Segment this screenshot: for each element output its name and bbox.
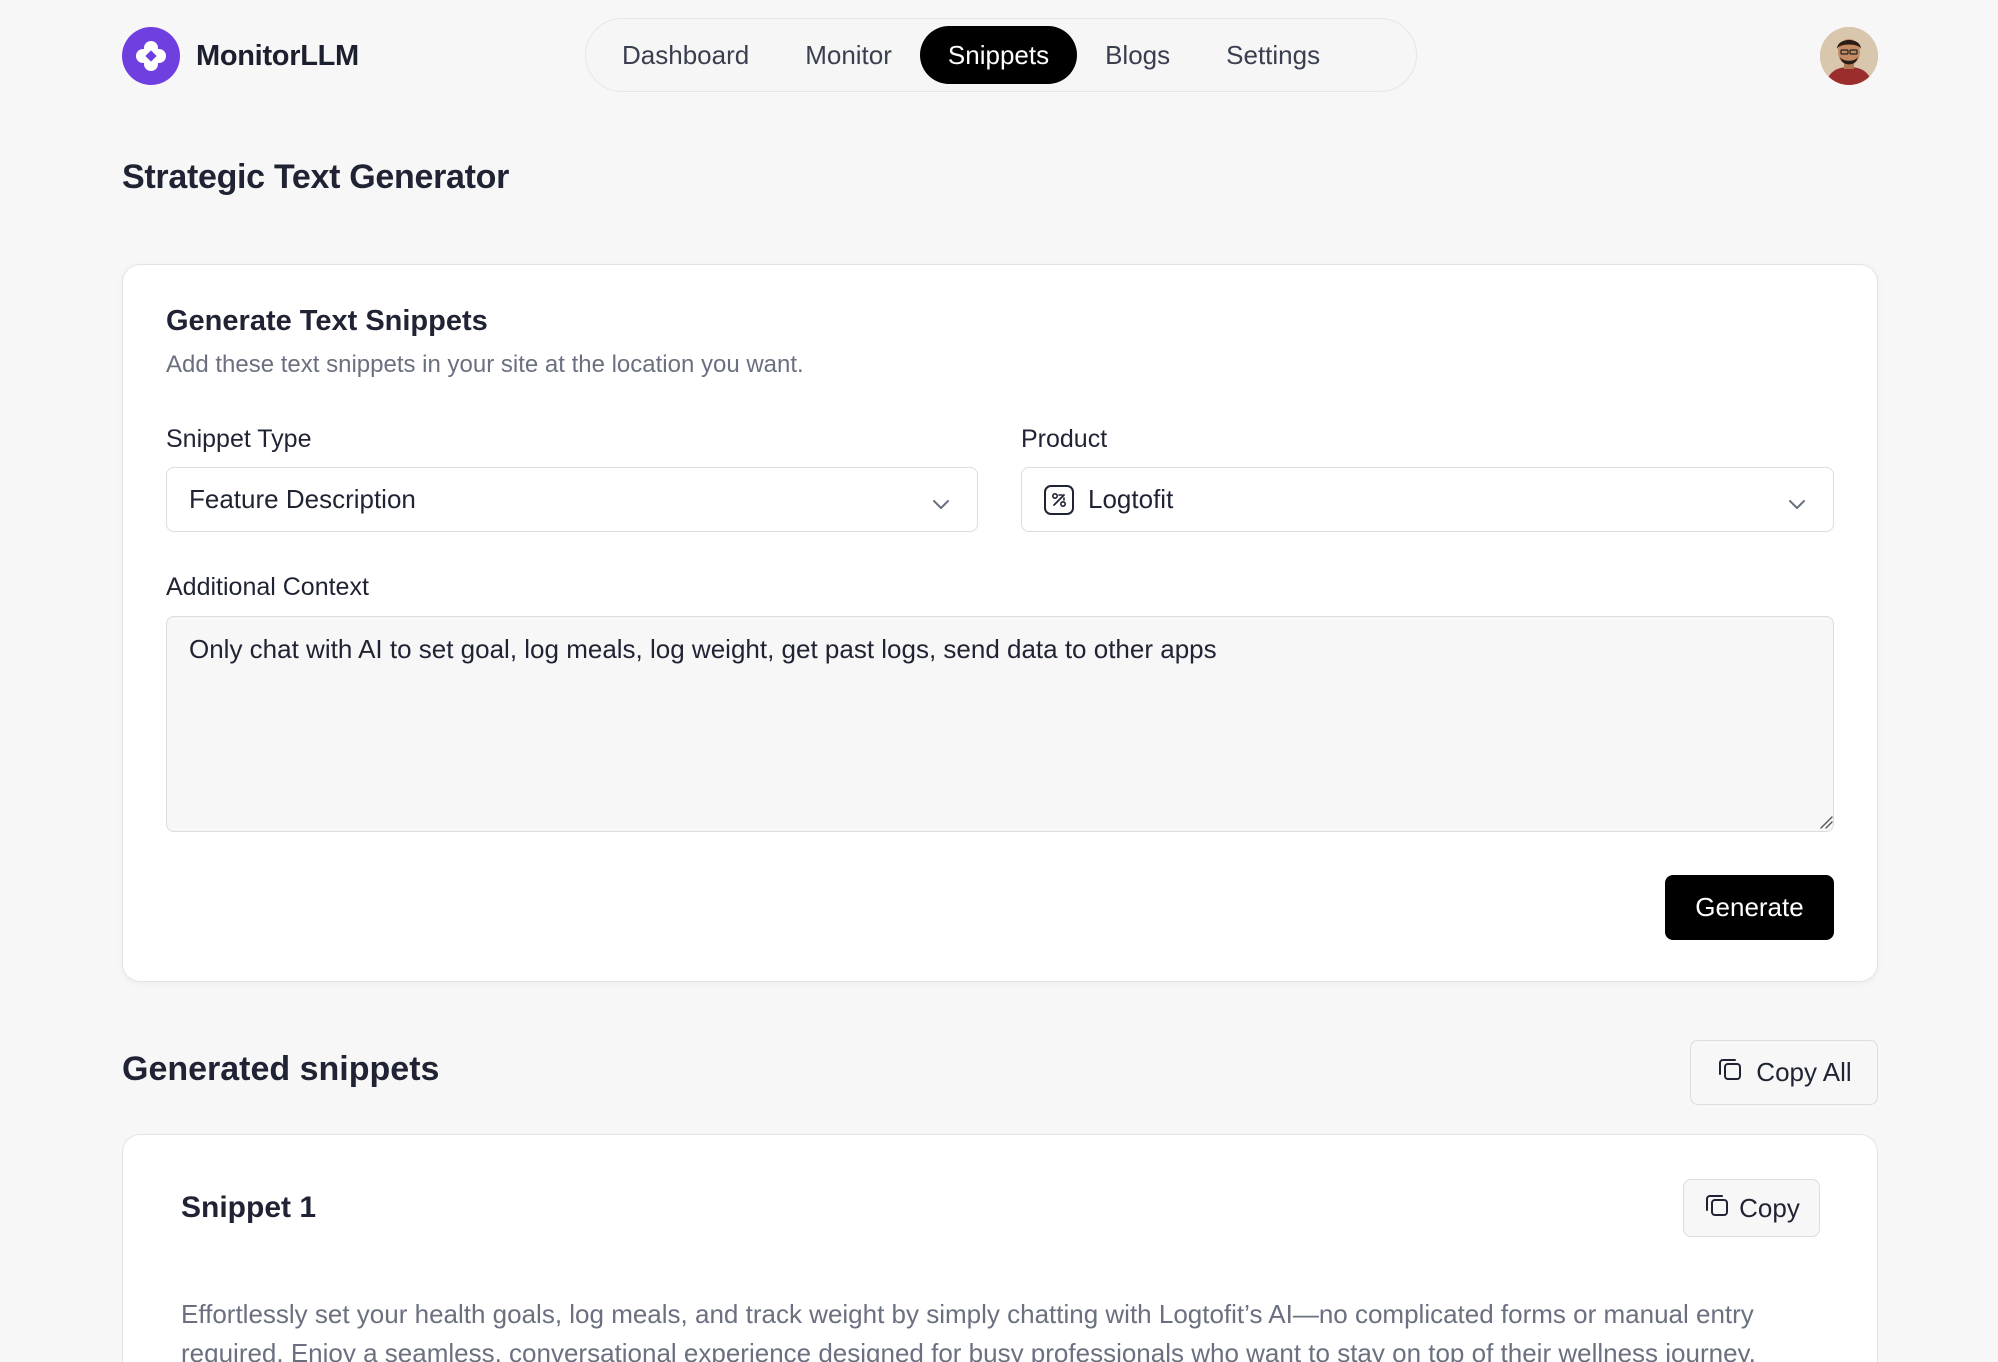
additional-context-textarea[interactable]: Only chat with AI to set goal, log meals… — [166, 616, 1834, 832]
product-logo-icon — [1044, 484, 1074, 515]
snippet-title: Snippet 1 — [181, 1191, 317, 1224]
page-title: Strategic Text Generator — [122, 158, 510, 196]
snippet-card: Snippet 1 Copy Effortlessly set your hea… — [122, 1134, 1878, 1362]
copy-icon — [1703, 1191, 1731, 1226]
copy-all-button[interactable]: Copy All — [1690, 1040, 1878, 1105]
additional-context-label: Additional Context — [166, 573, 369, 601]
product-value: Logtofit — [1088, 484, 1174, 514]
main-nav: Dashboard Monitor Snippets Blogs Setting… — [585, 18, 1417, 92]
nav-item-monitor[interactable]: Monitor — [777, 26, 920, 84]
snippet-type-value: Feature Description — [189, 484, 416, 514]
nav-item-settings[interactable]: Settings — [1198, 26, 1348, 84]
nav-item-blogs[interactable]: Blogs — [1077, 26, 1198, 84]
chevron-down-icon — [1787, 490, 1807, 521]
nav-item-dashboard[interactable]: Dashboard — [594, 26, 777, 84]
generator-subtitle: Add these text snippets in your site at … — [166, 351, 804, 378]
snippet-type-label: Snippet Type — [166, 425, 312, 453]
clover-icon — [122, 27, 180, 85]
snippet-type-select[interactable]: Feature Description — [166, 467, 978, 532]
nav-item-snippets[interactable]: Snippets — [919, 26, 1078, 84]
snippet-text: Effortlessly set your health goals, log … — [181, 1299, 1756, 1362]
generate-button[interactable]: Generate — [1665, 875, 1834, 940]
copy-button[interactable]: Copy — [1683, 1179, 1820, 1237]
page: MonitorLLM Dashboard Monitor Snippets Bl… — [0, 0, 1998, 1362]
user-avatar[interactable] — [1820, 27, 1878, 85]
generator-title: Generate Text Snippets — [166, 305, 488, 337]
copy-icon — [1716, 1055, 1744, 1090]
product-select[interactable]: Logtofit — [1021, 467, 1834, 532]
brand[interactable]: MonitorLLM — [122, 27, 359, 85]
product-label: Product — [1021, 425, 1108, 453]
top-header: MonitorLLM Dashboard Monitor Snippets Bl… — [0, 0, 1998, 112]
copy-all-label: Copy All — [1756, 1057, 1852, 1087]
generator-card: Generate Text Snippets Add these text sn… — [122, 264, 1878, 982]
brand-name: MonitorLLM — [196, 39, 359, 72]
resize-handle-icon[interactable] — [1819, 815, 1833, 834]
chevron-down-icon — [931, 490, 951, 521]
copy-label: Copy — [1739, 1192, 1800, 1223]
generated-snippets-title: Generated snippets — [122, 1050, 440, 1088]
